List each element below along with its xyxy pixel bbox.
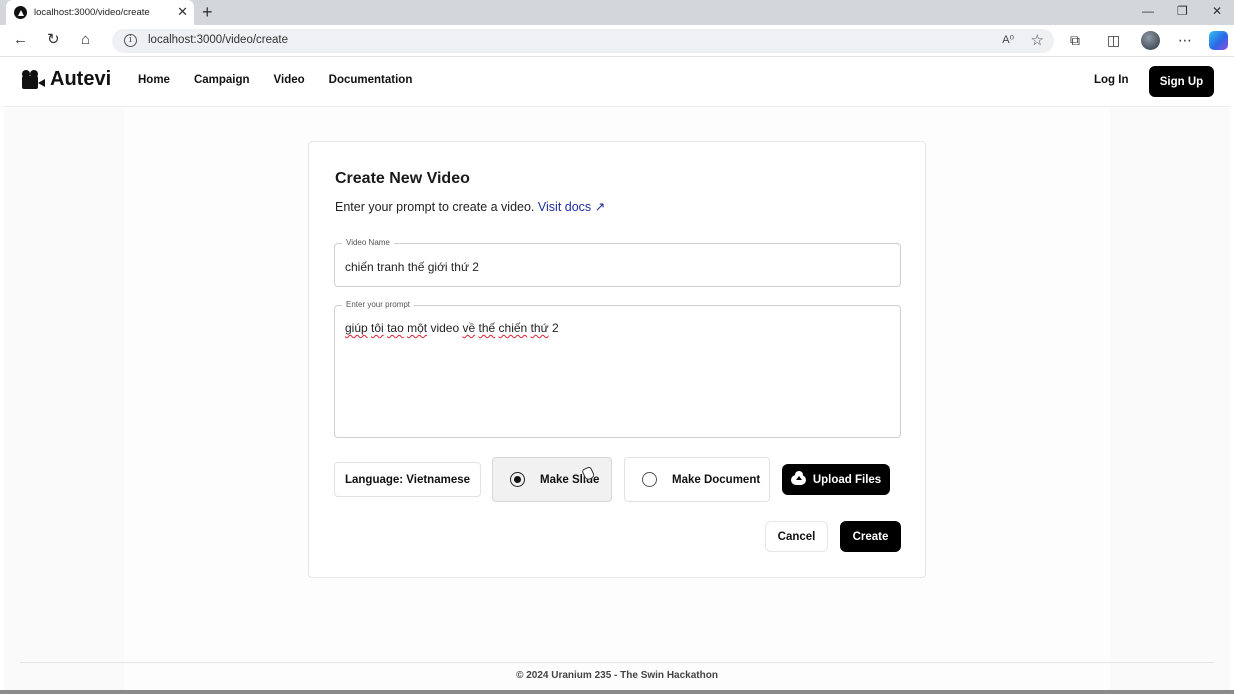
split-screen-icon[interactable]: ◫ bbox=[1107, 31, 1120, 49]
video-name-input[interactable]: chiến tranh thế giới thứ 2 bbox=[345, 260, 479, 274]
main-nav: Home Campaign Video Documentation bbox=[138, 74, 436, 86]
address-bar[interactable]: i localhost:3000/video/create A⁰ ☆ bbox=[112, 29, 1054, 53]
cancel-button[interactable]: Cancel bbox=[765, 521, 828, 552]
profile-avatar-icon[interactable] bbox=[1141, 31, 1160, 50]
card-subtitle: Enter your prompt to create a video. Vis… bbox=[335, 199, 605, 214]
browser-tab-bar: localhost:3000/video/create ✕ + — ❐ ✕ bbox=[0, 0, 1234, 25]
close-window-icon[interactable]: ✕ bbox=[1212, 4, 1222, 18]
site-info-icon[interactable]: i bbox=[124, 34, 137, 47]
language-select-button[interactable]: Language: Vietnamese bbox=[334, 462, 481, 497]
create-video-card: Create New Video Enter your prompt to cr… bbox=[308, 141, 926, 578]
make-slide-radio[interactable] bbox=[510, 472, 525, 487]
video-camera-icon bbox=[22, 69, 46, 90]
create-button[interactable]: Create bbox=[840, 521, 901, 552]
window-bottom-edge bbox=[0, 690, 1234, 694]
prompt-field[interactable]: Enter your prompt giúp tôi tao một video… bbox=[334, 300, 901, 438]
video-name-field[interactable]: Video Name chiến tranh thế giới thứ 2 bbox=[334, 238, 901, 287]
site-favicon-icon bbox=[14, 6, 27, 19]
browser-tab[interactable]: localhost:3000/video/create ✕ bbox=[6, 0, 194, 25]
home-icon[interactable]: ⌂ bbox=[81, 31, 90, 49]
footer-divider bbox=[20, 662, 1214, 663]
extensions-icon[interactable]: ⧉ bbox=[1070, 31, 1080, 49]
footer-text: © 2024 Uranium 235 - The Swin Hackathon bbox=[516, 670, 718, 681]
login-link[interactable]: Log In bbox=[1094, 74, 1129, 86]
tab-title: localhost:3000/video/create bbox=[34, 7, 150, 18]
nav-link-campaign[interactable]: Campaign bbox=[194, 74, 250, 86]
prompt-textarea[interactable]: giúp tôi tao một video về thế chiến thứ … bbox=[345, 321, 559, 335]
subtitle-text: Enter your prompt to create a video. bbox=[335, 200, 535, 214]
restore-window-icon[interactable]: ❐ bbox=[1177, 4, 1188, 18]
close-tab-icon[interactable]: ✕ bbox=[177, 5, 188, 19]
favorite-star-icon[interactable]: ☆ bbox=[1031, 31, 1044, 49]
visit-docs-link[interactable]: Visit docs ↗ bbox=[538, 200, 605, 214]
page-margin-left bbox=[4, 108, 124, 692]
minimize-window-icon[interactable]: — bbox=[1142, 4, 1154, 18]
read-aloud-icon[interactable]: A⁰ bbox=[1002, 33, 1014, 46]
cloud-upload-icon bbox=[790, 470, 806, 485]
browser-toolbar: ← ↻ ⌂ i localhost:3000/video/create A⁰ ☆… bbox=[0, 25, 1234, 57]
prompt-label: Enter your prompt bbox=[342, 300, 415, 309]
make-document-option[interactable]: Make Document bbox=[624, 457, 770, 502]
make-document-label: Make Document bbox=[672, 473, 761, 486]
upload-files-button[interactable]: Upload Files bbox=[782, 464, 890, 495]
brand-logo[interactable]: Autevi bbox=[22, 68, 111, 91]
page-title: Create New Video bbox=[335, 170, 470, 187]
reload-icon[interactable]: ↻ bbox=[47, 31, 60, 49]
new-tab-icon[interactable]: + bbox=[202, 2, 213, 22]
address-url[interactable]: localhost:3000/video/create bbox=[148, 34, 288, 46]
make-document-radio[interactable] bbox=[642, 472, 657, 487]
nav-link-video[interactable]: Video bbox=[274, 74, 305, 86]
upload-files-label: Upload Files bbox=[812, 473, 882, 486]
nav-link-documentation[interactable]: Documentation bbox=[329, 74, 413, 86]
signup-button[interactable]: Sign Up bbox=[1149, 66, 1214, 97]
site-header: Autevi Home Campaign Video Documentation… bbox=[4, 57, 1230, 107]
brand-name: Autevi bbox=[50, 68, 112, 90]
back-arrow-icon[interactable]: ← bbox=[13, 31, 28, 49]
more-options-icon[interactable]: ⋯ bbox=[1178, 31, 1192, 49]
nav-link-home[interactable]: Home bbox=[138, 74, 170, 86]
video-name-label: Video Name bbox=[342, 238, 394, 247]
copilot-icon[interactable] bbox=[1209, 31, 1228, 50]
page-margin-right bbox=[1110, 108, 1230, 692]
make-slide-option[interactable]: Make Slide bbox=[492, 457, 612, 502]
